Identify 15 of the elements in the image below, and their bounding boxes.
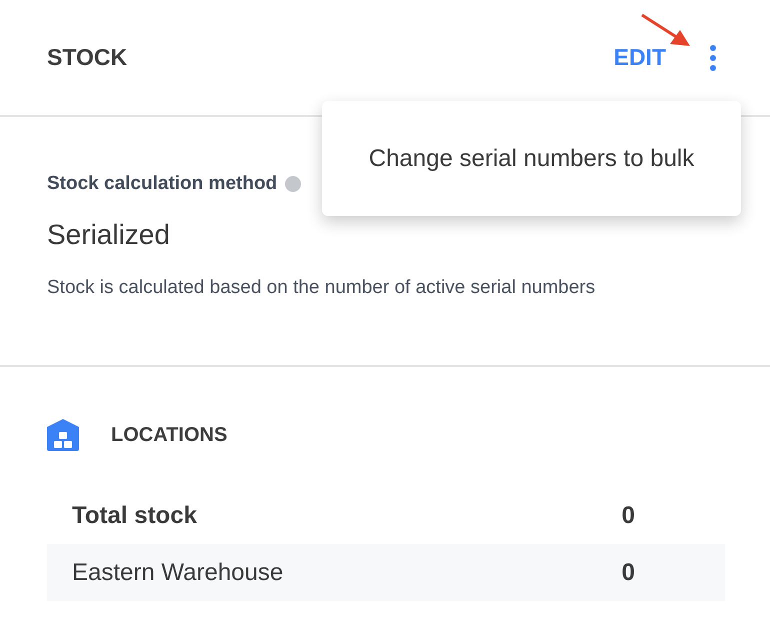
locations-title: LOCATIONS bbox=[111, 424, 228, 446]
stock-quantity: 0 bbox=[622, 502, 635, 530]
info-icon bbox=[285, 176, 302, 192]
warehouse-icon bbox=[47, 419, 79, 451]
arrow-icon bbox=[640, 13, 692, 49]
location-name: Eastern Warehouse bbox=[72, 558, 284, 586]
field-label: Stock calculation method bbox=[47, 173, 278, 195]
stock-quantity: 0 bbox=[622, 558, 635, 586]
section-title: STOCK bbox=[47, 44, 128, 71]
field-value: Serialized bbox=[47, 219, 171, 251]
menu-item[interactable]: Change serial numbers to bulk bbox=[360, 136, 702, 180]
location-name: Total stock bbox=[72, 502, 198, 530]
field-description: Stock is calculated based on the number of active serial numbers bbox=[47, 277, 596, 299]
more-menu-button[interactable] bbox=[708, 42, 718, 72]
edit-button[interactable]: EDIT bbox=[614, 44, 666, 71]
